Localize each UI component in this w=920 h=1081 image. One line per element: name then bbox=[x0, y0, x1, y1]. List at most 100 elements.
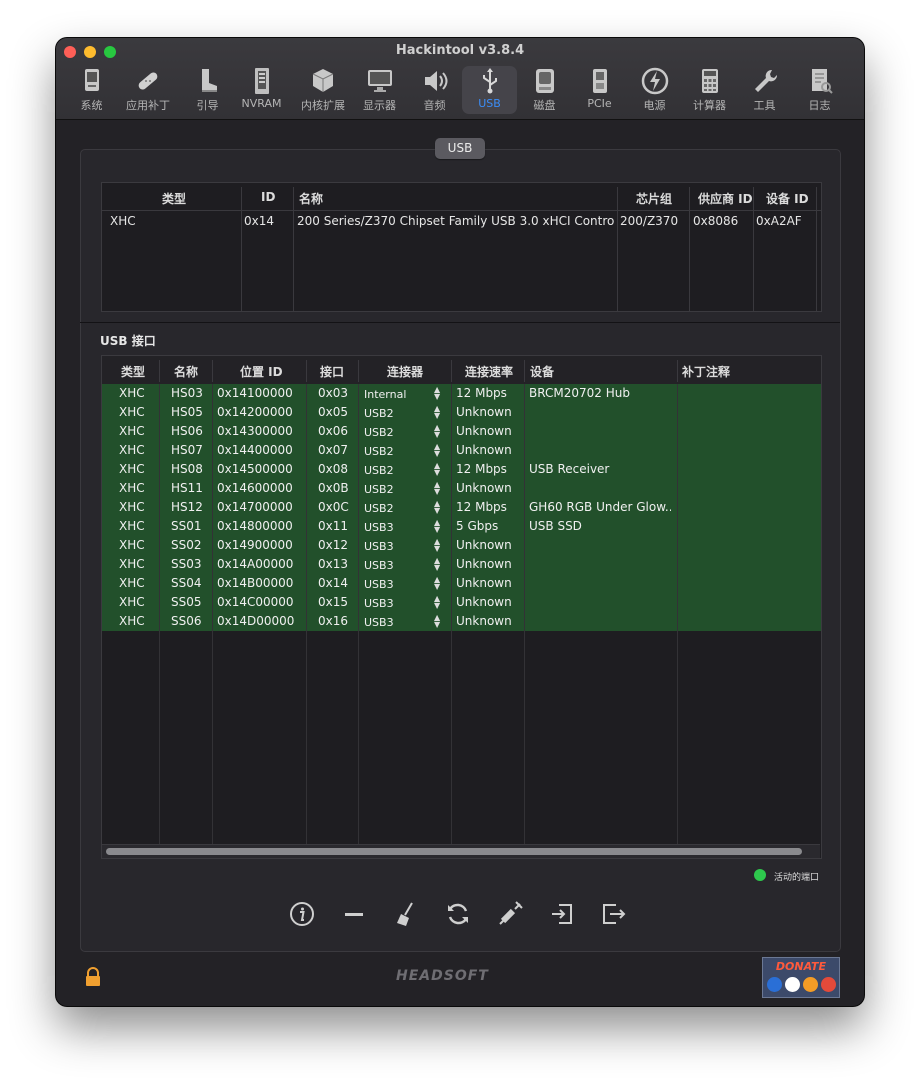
toolbar-item-system[interactable]: 系统 bbox=[64, 66, 119, 114]
header-name[interactable]: 名称 bbox=[174, 363, 198, 380]
window-title: Hackintool v3.8.4 bbox=[395, 43, 525, 58]
connector-select[interactable]: USB2 bbox=[364, 426, 394, 439]
cell-device: USB Receiver bbox=[529, 462, 610, 476]
table-row[interactable]: XHC HS12 0x14700000 0x0C USB2 12 Mbps GH60 RGB… bbox=[102, 498, 821, 517]
connector-select[interactable]: Internal bbox=[364, 388, 406, 401]
toolbar-item-tools[interactable]: 工具 bbox=[737, 66, 792, 114]
horizontal-scrollbar[interactable] bbox=[102, 844, 820, 858]
toolbar-item-nvram[interactable]: NVRAM bbox=[234, 66, 289, 114]
connector-stepper-icon[interactable]: ▲ ▼ bbox=[434, 595, 440, 610]
header-id[interactable]: ID bbox=[261, 190, 275, 204]
info-icon[interactable] bbox=[288, 900, 316, 928]
cell-location-id: 0x14D00000 bbox=[217, 614, 295, 628]
table-row[interactable]: XHC HS05 0x14200000 0x05 USB2 Unknown ▲ ▼ bbox=[102, 403, 821, 422]
table-row[interactable]: XHC SS02 0x14900000 0x12 USB3 Unknown ▲ ▼ bbox=[102, 536, 821, 555]
connector-select[interactable]: USB2 bbox=[364, 483, 394, 496]
bitcoin-icon bbox=[803, 977, 818, 992]
toolbar-item-calculator[interactable]: 计算器 bbox=[682, 66, 737, 114]
export-icon[interactable] bbox=[600, 900, 628, 928]
connector-select[interactable]: USB2 bbox=[364, 502, 394, 515]
toolbar-item-usb[interactable]: USB bbox=[462, 66, 517, 114]
toolbar-item-display[interactable]: 显示器 bbox=[352, 66, 407, 114]
connector-stepper-icon[interactable]: ▲ ▼ bbox=[434, 500, 440, 515]
header-port[interactable]: 接口 bbox=[320, 363, 344, 380]
connector-stepper-icon[interactable]: ▲ ▼ bbox=[434, 614, 440, 629]
connector-stepper-icon[interactable]: ▲ ▼ bbox=[434, 386, 440, 401]
header-device-id[interactable]: 设备 ID bbox=[766, 190, 809, 207]
cell-speed: Unknown bbox=[456, 405, 512, 419]
remove-icon[interactable] bbox=[340, 900, 368, 928]
toolbar-item-audio[interactable]: 音频 bbox=[407, 66, 462, 114]
header-name[interactable]: 名称 bbox=[299, 190, 323, 207]
header-type[interactable]: 类型 bbox=[121, 363, 145, 380]
connector-stepper-icon[interactable]: ▲ ▼ bbox=[434, 557, 440, 572]
header-device[interactable]: 设备 bbox=[530, 363, 554, 380]
connector-stepper-icon[interactable]: ▲ ▼ bbox=[434, 481, 440, 496]
connector-stepper-icon[interactable]: ▲ ▼ bbox=[434, 424, 440, 439]
cell-port: 0x03 bbox=[318, 386, 349, 400]
header-connector[interactable]: 连接器 bbox=[387, 363, 423, 380]
table-row[interactable]: XHC HS03 0x14100000 0x03 Internal 12 Mbps BRCM… bbox=[102, 384, 821, 403]
connector-stepper-icon[interactable]: ▲ ▼ bbox=[434, 538, 440, 553]
usb-tab[interactable]: USB bbox=[435, 138, 485, 159]
header-chipset[interactable]: 芯片组 bbox=[636, 190, 672, 207]
cell-speed: 12 Mbps bbox=[456, 462, 507, 476]
connector-select[interactable]: USB3 bbox=[364, 540, 394, 553]
connector-select[interactable]: USB2 bbox=[364, 445, 394, 458]
connector-select[interactable]: USB3 bbox=[364, 616, 394, 629]
table-row[interactable]: XHC SS03 0x14A00000 0x13 USB3 Unknown ▲ ▼ bbox=[102, 555, 821, 574]
controllers-table[interactable]: 类型 ID 名称 芯片组 供应商 ID 设备 ID XHC 0x14 200 S… bbox=[101, 182, 822, 312]
connector-stepper-icon[interactable]: ▲ ▼ bbox=[434, 519, 440, 534]
connector-select[interactable]: USB2 bbox=[364, 407, 394, 420]
cell-location-id: 0x14500000 bbox=[217, 462, 293, 476]
lock-icon[interactable] bbox=[84, 967, 102, 987]
connector-stepper-icon[interactable]: ▲ ▼ bbox=[434, 443, 440, 458]
toolbar-item-boot[interactable]: 引导 bbox=[180, 66, 235, 114]
connector-select[interactable]: USB3 bbox=[364, 559, 394, 572]
disk-icon bbox=[535, 69, 554, 93]
ports-table[interactable]: 类型 名称 位置 ID 接口 连接器 连接速率 设备 补丁注释 XHC HS03 0… bbox=[101, 355, 822, 859]
controllers-table-header: 类型 ID 名称 芯片组 供应商 ID 设备 ID bbox=[102, 183, 821, 211]
refresh-icon[interactable] bbox=[444, 900, 472, 928]
cell-port: 0x07 bbox=[318, 443, 349, 457]
import-icon[interactable] bbox=[548, 900, 576, 928]
connector-select[interactable]: USB2 bbox=[364, 464, 394, 477]
connector-select[interactable]: USB3 bbox=[364, 578, 394, 591]
table-row[interactable]: XHC SS05 0x14C00000 0x15 USB3 Unknown ▲ ▼ bbox=[102, 593, 821, 612]
table-row[interactable]: XHC SS01 0x14800000 0x11 USB3 5 Gbps USB SSD ▲ ▼ bbox=[102, 517, 821, 536]
broom-icon[interactable] bbox=[392, 900, 420, 928]
connector-stepper-icon[interactable]: ▲ ▼ bbox=[434, 576, 440, 591]
scrollbar-thumb[interactable] bbox=[106, 848, 802, 855]
active-port-indicator-icon bbox=[754, 869, 766, 881]
header-speed[interactable]: 连接速率 bbox=[465, 363, 513, 380]
toolbar-item-power[interactable]: 电源 bbox=[627, 66, 682, 114]
header-type[interactable]: 类型 bbox=[162, 190, 186, 207]
table-row[interactable]: XHC HS06 0x14300000 0x06 USB2 Unknown ▲ ▼ bbox=[102, 422, 821, 441]
toolbar-item-kext[interactable]: 内核扩展 bbox=[292, 66, 354, 114]
bandage-icon bbox=[138, 72, 158, 90]
connector-stepper-icon[interactable]: ▲ ▼ bbox=[434, 462, 440, 477]
toolbar-item-pcie[interactable]: PCIe bbox=[572, 66, 627, 114]
usb-icon bbox=[482, 68, 497, 94]
cell-port: 0x06 bbox=[318, 424, 349, 438]
header-vendor-id[interactable]: 供应商 ID bbox=[698, 190, 753, 207]
toolbar-item-log[interactable]: 日志 bbox=[792, 66, 847, 114]
header-comment[interactable]: 补丁注释 bbox=[682, 363, 730, 380]
table-row[interactable]: XHC SS04 0x14B00000 0x14 USB3 Unknown ▲ ▼ bbox=[102, 574, 821, 593]
connector-stepper-icon[interactable]: ▲ ▼ bbox=[434, 405, 440, 420]
cell-location-id: 0x14B00000 bbox=[217, 576, 294, 590]
header-location-id[interactable]: 位置 ID bbox=[240, 363, 283, 380]
log-icon bbox=[811, 69, 833, 94]
inject-icon[interactable] bbox=[496, 900, 524, 928]
table-row[interactable]: XHC SS06 0x14D00000 0x16 USB3 Unknown ▲ ▼ bbox=[102, 612, 821, 631]
toolbar-item-patch[interactable]: 应用补丁 bbox=[116, 66, 180, 114]
table-row[interactable]: XHC HS11 0x14600000 0x0B USB2 Unknown ▲ ▼ bbox=[102, 479, 821, 498]
table-row[interactable]: XHC HS07 0x14400000 0x07 USB2 Unknown ▲ ▼ bbox=[102, 441, 821, 460]
toolbar-item-disk[interactable]: 磁盘 bbox=[517, 66, 572, 114]
cell-location-id: 0x14800000 bbox=[217, 519, 293, 533]
connector-select[interactable]: USB3 bbox=[364, 521, 394, 534]
donate-button[interactable]: DONATE bbox=[762, 957, 840, 998]
table-row[interactable]: XHC HS08 0x14500000 0x08 USB2 12 Mbps USB Rece… bbox=[102, 460, 821, 479]
connector-select[interactable]: USB3 bbox=[364, 597, 394, 610]
column-divider bbox=[689, 187, 690, 311]
